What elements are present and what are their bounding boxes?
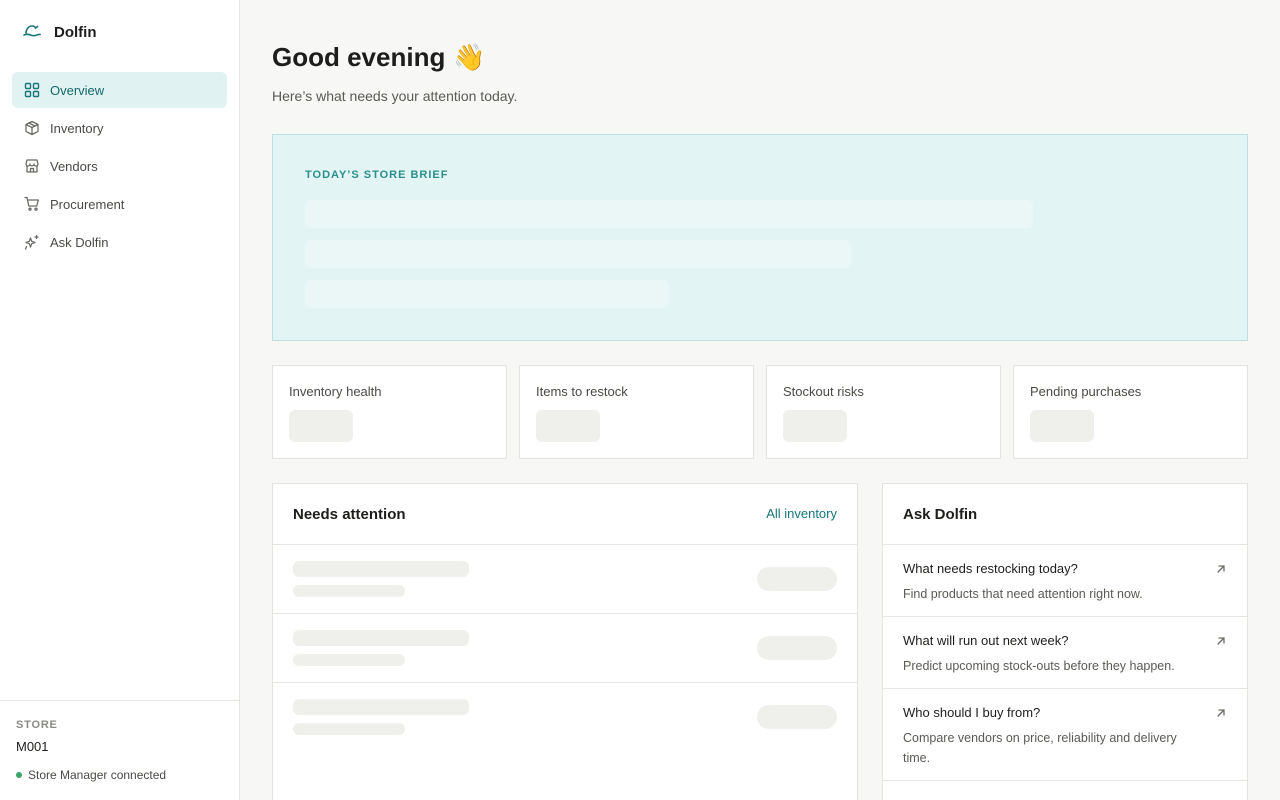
store-status-text: Store Manager connected (28, 768, 167, 782)
page-subtitle: Here’s what needs your attention today. (272, 88, 518, 104)
loading-placeholder (293, 630, 469, 646)
loading-placeholder (293, 699, 469, 715)
store-info: STORE M001 Store Manager connected (0, 700, 239, 800)
sidebar-item-label: Overview (50, 82, 105, 98)
stat-label: Items to restock (536, 384, 628, 399)
loading-placeholder (757, 636, 837, 660)
list-item[interactable] (273, 683, 857, 752)
sidebar-item-procurement[interactable]: Procurement (12, 186, 227, 222)
loading-placeholder (783, 410, 847, 442)
list-item[interactable] (273, 545, 857, 614)
loading-placeholder (757, 567, 837, 591)
stat-card-pending-purchases[interactable]: Pending purchases (1013, 365, 1248, 459)
suggestion-description: Compare vendors on price, reliability an… (903, 731, 1177, 765)
panel-header: Needs attention All inventory (273, 484, 857, 545)
store-brief-card: TODAY’S STORE BRIEF (272, 134, 1248, 341)
brand-name: Dolfin (54, 23, 97, 41)
store-status: Store Manager connected (16, 768, 223, 782)
sidebar-item-overview[interactable]: Overview (12, 72, 227, 108)
status-dot-icon (16, 772, 22, 778)
page-title: Good evening 👋 (272, 42, 486, 73)
loading-placeholder (293, 654, 405, 666)
stat-card-inventory-health[interactable]: Inventory health (272, 365, 507, 459)
suggestion-description: Find products that need attention right … (903, 587, 1143, 601)
store-icon (24, 158, 40, 174)
sidebar-item-ask-dolfin[interactable]: Ask Dolfin (12, 224, 227, 260)
sparkle-icon (24, 234, 40, 250)
stats-row: Inventory health Items to restock Stocko… (272, 365, 1248, 459)
waving-hand-icon: 👋 (453, 42, 486, 72)
list-item[interactable] (273, 614, 857, 683)
needs-attention-title: Needs attention (293, 506, 406, 523)
sidebar-item-inventory[interactable]: Inventory (12, 110, 227, 146)
greeting-text: Good evening (272, 42, 446, 72)
panel-header: Ask Dolfin (883, 484, 1247, 545)
ask-dolfin-panel: Ask Dolfin What needs restocking today? … (882, 483, 1248, 800)
suggestion-question: What will run out next week? (903, 633, 1069, 648)
suggestion-question: Who should I buy from? (903, 705, 1041, 720)
stat-label: Stockout risks (783, 384, 864, 399)
loading-placeholder (757, 705, 837, 729)
stat-label: Pending purchases (1030, 384, 1142, 399)
sidebar-item-vendors[interactable]: Vendors (12, 148, 227, 184)
loading-placeholder (1030, 410, 1094, 442)
loading-placeholder (536, 410, 600, 442)
arrow-up-right-icon (1215, 635, 1227, 647)
store-brief-title: TODAY’S STORE BRIEF (305, 169, 449, 181)
sidebar-item-label: Inventory (50, 120, 104, 136)
loading-placeholder (293, 561, 469, 577)
sidebar: Dolfin Overview Inventory Vendors Procur… (0, 0, 240, 800)
sidebar-item-label: Procurement (50, 196, 125, 212)
ask-dolfin-title: Ask Dolfin (903, 506, 978, 523)
store-caption: STORE (16, 719, 58, 731)
cart-icon (24, 196, 40, 212)
loading-placeholder (289, 410, 353, 442)
main-content: Good evening 👋 Here’s what needs your at… (240, 0, 1280, 800)
brand[interactable]: Dolfin (22, 20, 97, 44)
dolfin-logo-icon (22, 22, 42, 42)
suggestion-description: Predict upcoming stock-outs before they … (903, 659, 1175, 673)
suggestion-question: What needs restocking today? (903, 561, 1078, 576)
loading-placeholder (293, 585, 405, 597)
loading-placeholder (305, 200, 1033, 228)
store-id: M001 (16, 739, 49, 754)
stat-card-stockout-risks[interactable]: Stockout risks (766, 365, 1001, 459)
sidebar-nav: Overview Inventory Vendors Procurement A… (12, 72, 227, 262)
ask-suggestion-item[interactable]: Who should I buy from? Compare vendors o… (883, 689, 1247, 781)
loading-placeholder (305, 280, 669, 308)
stat-label: Inventory health (289, 384, 382, 399)
ask-suggestion-item[interactable]: What needs restocking today? Find produc… (883, 545, 1247, 617)
sidebar-item-label: Vendors (50, 158, 98, 174)
grid-icon (24, 82, 40, 98)
arrow-up-right-icon (1215, 707, 1227, 719)
sidebar-item-label: Ask Dolfin (50, 234, 109, 250)
needs-attention-panel: Needs attention All inventory (272, 483, 858, 800)
loading-placeholder (305, 240, 851, 268)
arrow-up-right-icon (1215, 563, 1227, 575)
ask-suggestion-item[interactable]: What will run out next week? Predict upc… (883, 617, 1247, 689)
all-inventory-link[interactable]: All inventory (766, 506, 837, 521)
box-icon (24, 120, 40, 136)
loading-placeholder (293, 723, 405, 735)
stat-card-items-to-restock[interactable]: Items to restock (519, 365, 754, 459)
